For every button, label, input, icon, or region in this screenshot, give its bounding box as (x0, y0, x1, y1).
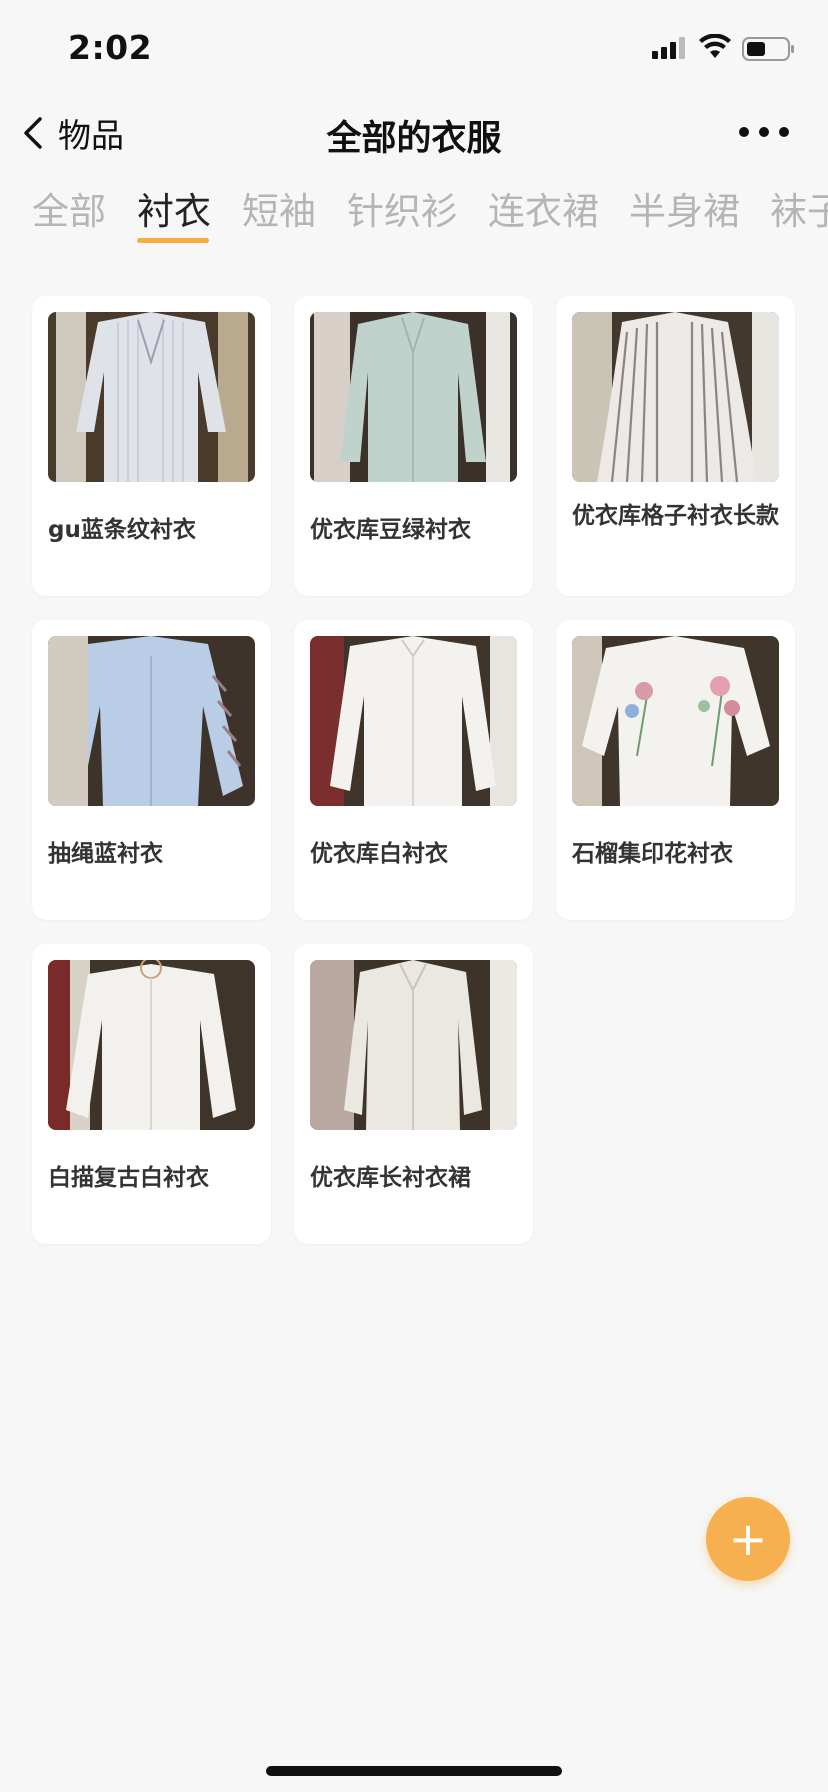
item-name: 优衣库白衬衣 (310, 841, 448, 867)
signal-icon (652, 37, 685, 59)
nav-bar: 物品 全部的衣服 (0, 100, 828, 164)
item-name: 优衣库豆绿衬衣 (310, 517, 471, 543)
item-card[interactable]: 白描复古白衬衣 (32, 944, 271, 1244)
add-item-button[interactable]: + (706, 1497, 790, 1581)
item-photo (572, 312, 779, 482)
category-tabs: 全部 衬衣 短袖 针织衫 连衣裙 半身裙 袜子 (0, 186, 828, 246)
home-indicator (266, 1766, 562, 1776)
battery-icon (742, 37, 794, 61)
item-card[interactable]: gu蓝条纹衬衣 (32, 296, 271, 596)
item-photo (310, 960, 517, 1130)
tab-dresses[interactable]: 连衣裙 (488, 186, 599, 238)
screen: 2:02 物品 全部的衣服 全部 衬衣 短袖 针织衫 连衣裙 半身裙 袜子 gu… (0, 0, 828, 1792)
item-name: gu蓝条纹衬衣 (48, 517, 196, 543)
status-time: 2:02 (68, 28, 153, 67)
active-tab-indicator (137, 238, 209, 243)
wifi-icon (699, 34, 731, 58)
item-card[interactable]: 抽绳蓝衬衣 (32, 620, 271, 920)
item-photo (572, 636, 779, 806)
tab-shirts[interactable]: 衬衣 (137, 186, 211, 238)
item-card[interactable]: 优衣库豆绿衬衣 (294, 296, 533, 596)
tab-skirts[interactable]: 半身裙 (629, 186, 740, 238)
item-name: 石榴集印花衬衣 (572, 841, 733, 867)
plus-icon: + (728, 1512, 768, 1566)
item-photo (48, 636, 255, 806)
item-card[interactable]: 优衣库长衬衣裙 (294, 944, 533, 1244)
item-name: 优衣库长衬衣裙 (310, 1165, 471, 1191)
page-title: 全部的衣服 (326, 119, 502, 159)
item-name: 抽绳蓝衬衣 (48, 841, 163, 867)
item-name: 优衣库格子衬衣长款 (572, 503, 779, 529)
tab-knitwear[interactable]: 针织衫 (347, 186, 458, 238)
item-photo (48, 960, 255, 1130)
item-photo (48, 312, 255, 482)
item-card[interactable]: 石榴集印花衬衣 (556, 620, 795, 920)
status-bar: 2:02 (0, 0, 828, 100)
more-horizontal-icon[interactable] (736, 114, 792, 150)
item-card[interactable]: 优衣库白衬衣 (294, 620, 533, 920)
item-name: 白描复古白衬衣 (48, 1165, 209, 1191)
tab-short-sleeve[interactable]: 短袖 (242, 186, 316, 238)
tab-all[interactable]: 全部 (32, 186, 106, 238)
item-card[interactable]: 优衣库格子衬衣长款 (556, 296, 795, 596)
item-photo (310, 636, 517, 806)
tab-socks[interactable]: 袜子 (770, 186, 828, 238)
item-photo (310, 312, 517, 482)
